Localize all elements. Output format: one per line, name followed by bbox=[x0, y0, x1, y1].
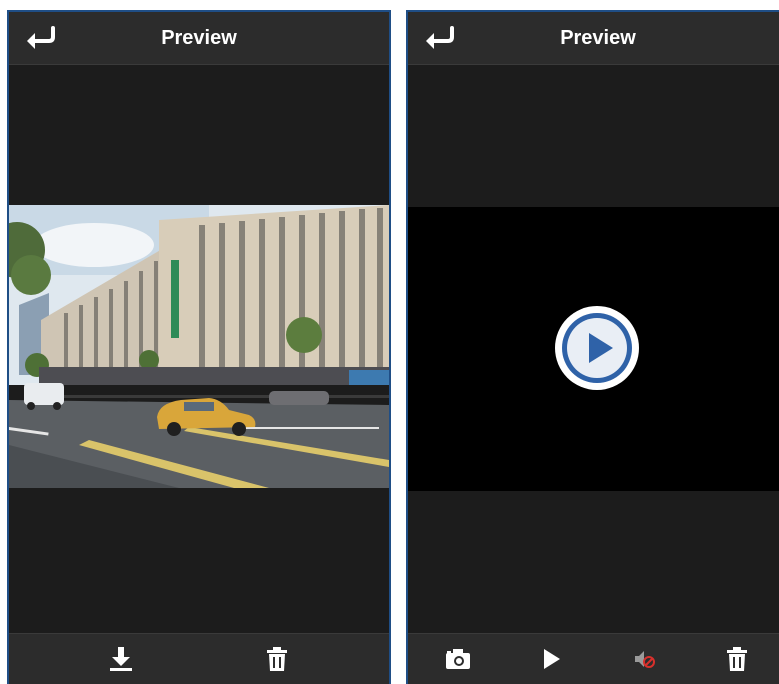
back-button[interactable] bbox=[23, 25, 59, 51]
trash-icon bbox=[727, 647, 747, 671]
bottom-toolbar bbox=[408, 633, 779, 684]
delete-button[interactable] bbox=[263, 645, 291, 673]
play-circle-icon bbox=[555, 306, 639, 390]
snapshot-button[interactable] bbox=[444, 645, 472, 673]
trash-icon bbox=[267, 647, 287, 671]
play-video-button[interactable] bbox=[554, 305, 640, 391]
video-player[interactable] bbox=[408, 207, 779, 491]
mute-button[interactable] bbox=[630, 645, 658, 673]
page-title: Preview bbox=[560, 27, 636, 49]
download-icon bbox=[110, 647, 132, 671]
header-bar: Preview bbox=[9, 12, 389, 65]
video-preview-screen: Preview bbox=[406, 10, 779, 684]
back-button[interactable] bbox=[422, 25, 458, 51]
play-button[interactable] bbox=[537, 645, 565, 673]
back-arrow-icon bbox=[27, 26, 55, 49]
bottom-toolbar bbox=[9, 633, 389, 684]
camera-icon bbox=[446, 649, 470, 669]
photo-preview-screen: Preview bbox=[7, 10, 391, 684]
page-title: Preview bbox=[161, 27, 237, 49]
mute-icon bbox=[635, 651, 655, 668]
header-bar: Preview bbox=[408, 12, 779, 65]
delete-button[interactable] bbox=[723, 645, 751, 673]
play-icon bbox=[544, 649, 560, 669]
download-button[interactable] bbox=[107, 645, 135, 673]
back-arrow-icon bbox=[426, 26, 454, 49]
preview-photo bbox=[9, 205, 389, 488]
